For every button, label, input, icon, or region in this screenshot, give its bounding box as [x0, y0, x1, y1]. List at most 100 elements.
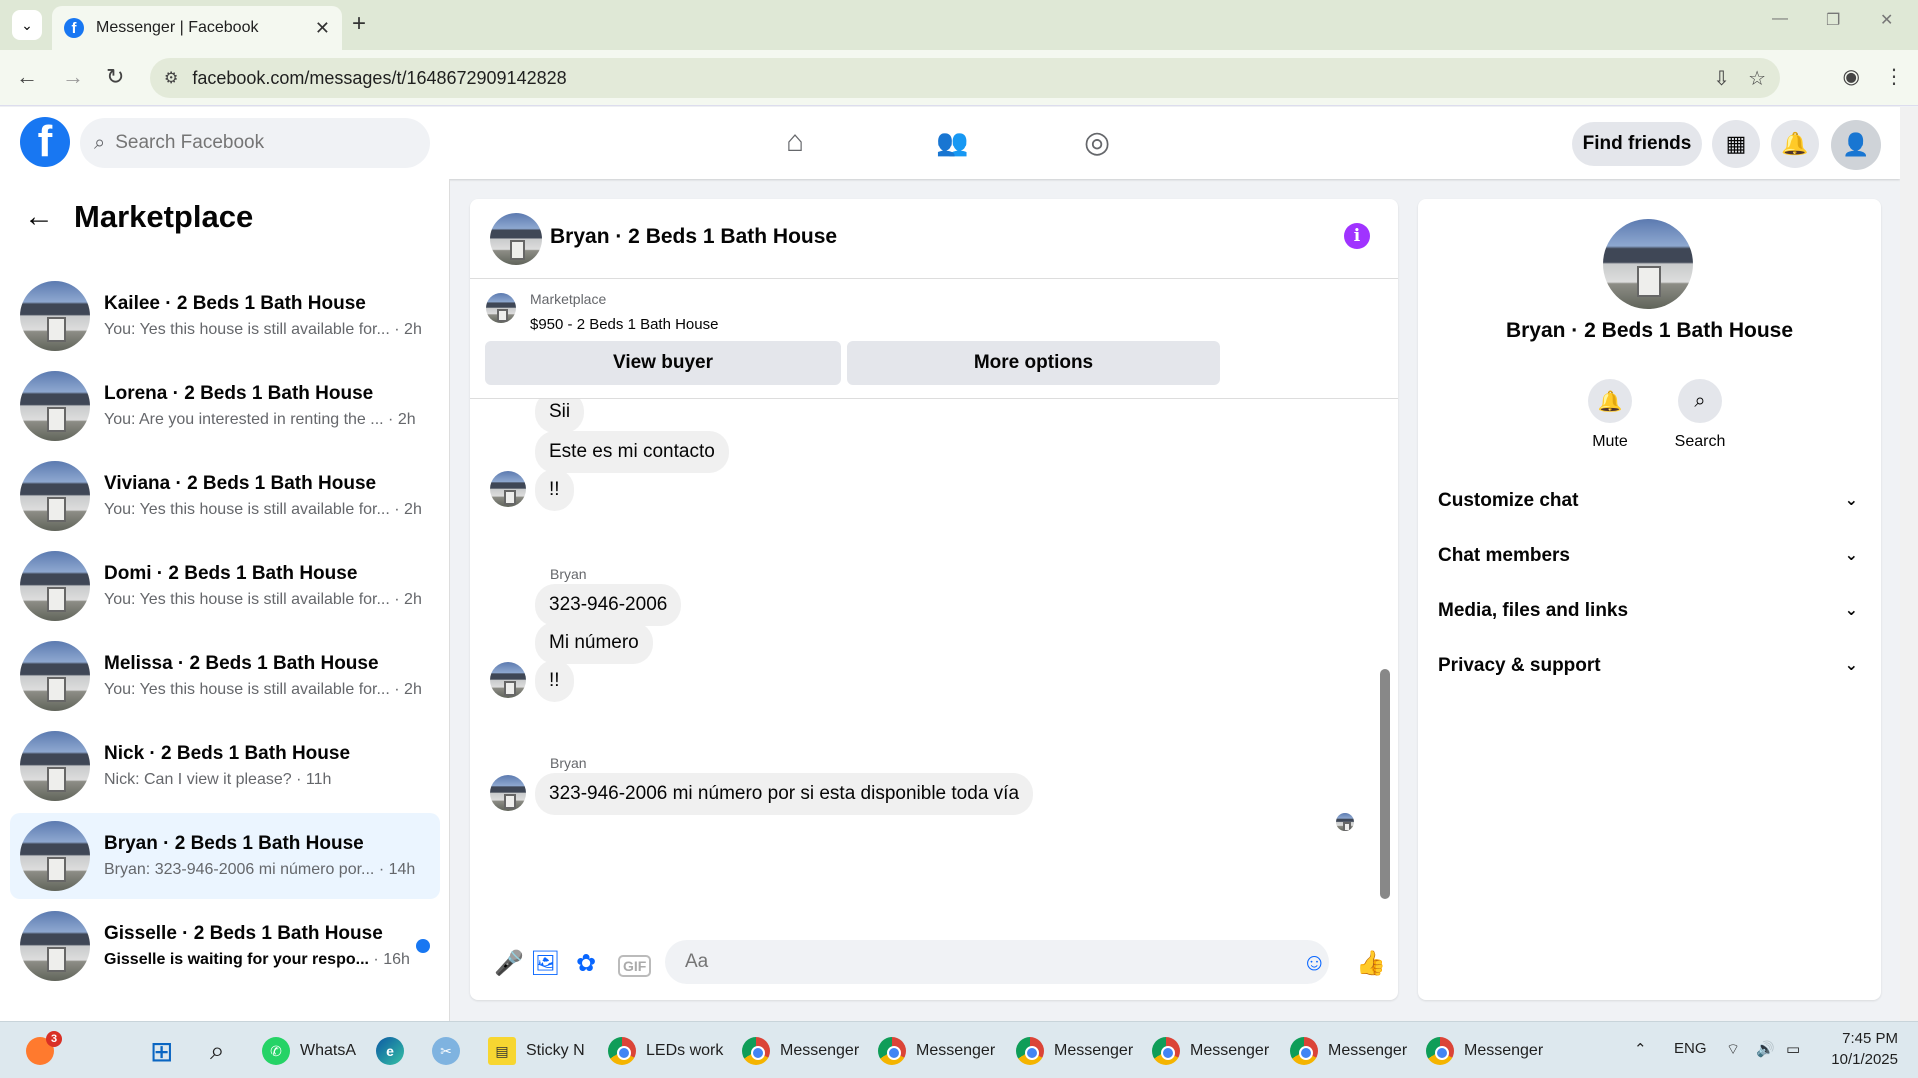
- sender-avatar[interactable]: [490, 662, 526, 698]
- new-tab-button[interactable]: +: [352, 10, 366, 38]
- forward-icon[interactable]: →: [62, 64, 84, 90]
- chat-avatar[interactable]: [490, 213, 542, 265]
- conversation-row[interactable]: Bryan · 2 Beds 1 Bath House Bryan: 323-94…: [10, 813, 440, 899]
- media-files-section[interactable]: Media, files and links ⌄: [1438, 600, 1858, 622]
- menu-dots-icon[interactable]: ⋮: [1884, 64, 1904, 89]
- taskbar-messenger-1[interactable]: Messenger: [742, 1032, 859, 1070]
- taskbar-messenger-6[interactable]: Messenger: [1426, 1032, 1543, 1070]
- conversation-preview: You: Yes this house is still available f…: [104, 321, 424, 339]
- listing-thumbnail[interactable]: [486, 293, 516, 323]
- conversation-row[interactable]: Lorena · 2 Beds 1 Bath House You: Are you…: [10, 363, 440, 449]
- taskbar-app-badge[interactable]: 3: [26, 1031, 64, 1070]
- taskbar-messenger-2[interactable]: Messenger: [878, 1032, 995, 1070]
- privacy-support-section[interactable]: Privacy & support ⌄: [1438, 655, 1858, 677]
- profile-icon[interactable]: ◉: [1843, 64, 1860, 89]
- conversation-row[interactable]: Viviana · 2 Beds 1 Bath House You: Yes th…: [10, 453, 440, 539]
- back-icon[interactable]: ←: [16, 64, 38, 90]
- taskbar-snipping[interactable]: ✂: [432, 1032, 470, 1070]
- windows-taskbar: 3 ⊞ ⌕ ✆ WhatsA e ✂ ▤ Sticky N LEDs work Me…: [0, 1021, 1918, 1078]
- message-bubble[interactable]: 323-946-2006: [535, 584, 682, 626]
- chat-title[interactable]: Bryan · 2 Beds 1 Bath House: [550, 225, 837, 249]
- taskbar-leds-work[interactable]: LEDs work: [608, 1032, 723, 1070]
- preview-time: · 11h: [296, 771, 332, 788]
- install-app-icon[interactable]: ⇩: [1713, 66, 1730, 91]
- view-buyer-button[interactable]: View buyer: [485, 341, 841, 385]
- menu-grid-icon[interactable]: ▦: [1712, 120, 1760, 168]
- sender-avatar[interactable]: [490, 775, 526, 811]
- taskbar-label: Messenger: [916, 1042, 996, 1059]
- search-chat-button[interactable]: ⌕ Search: [1660, 379, 1740, 451]
- close-window-button[interactable]: ✕: [1880, 10, 1893, 30]
- message-bubble[interactable]: 323-946-2006 mi número por si esta dispo…: [535, 773, 1034, 815]
- mute-button[interactable]: 🔔 Mute: [1570, 379, 1650, 451]
- taskbar-whatsapp[interactable]: ✆ WhatsA: [262, 1032, 356, 1070]
- account-avatar[interactable]: 👤: [1831, 120, 1881, 170]
- back-arrow-icon[interactable]: ←: [24, 200, 54, 234]
- taskbar-sticky-notes[interactable]: ▤ Sticky N: [488, 1032, 585, 1070]
- page-scrollbar[interactable]: [1900, 107, 1918, 1021]
- address-bar[interactable]: ⚙ facebook.com/messages/t/16486729091428…: [150, 58, 1780, 98]
- conversation-name: Melissa · 2 Beds 1 Bath House: [104, 653, 379, 674]
- message-bubble[interactable]: !!: [535, 469, 574, 511]
- gif-icon[interactable]: GIF: [618, 955, 652, 977]
- restore-button[interactable]: ❐: [1826, 10, 1840, 30]
- tab-list-button[interactable]: ⌄: [12, 10, 42, 40]
- conversation-row[interactable]: Kailee · 2 Beds 1 Bath House You: Yes thi…: [10, 273, 440, 359]
- chat-scrollbar-thumb[interactable]: [1380, 669, 1390, 899]
- message-input[interactable]: [665, 940, 1329, 984]
- facebook-logo-icon[interactable]: f: [20, 117, 70, 167]
- taskbar-messenger-3[interactable]: Messenger: [1016, 1032, 1133, 1070]
- more-options-button[interactable]: More options: [847, 341, 1220, 385]
- preview-text: You: Yes this house is still available f…: [104, 681, 390, 698]
- listing-title[interactable]: $950 - 2 Beds 1 Bath House: [530, 316, 718, 333]
- taskbar-messenger-5[interactable]: Messenger: [1290, 1032, 1407, 1070]
- windows-start-icon[interactable]: ⊞: [150, 1032, 173, 1070]
- conversation-row[interactable]: Gisselle · 2 Beds 1 Bath House Gisselle i…: [10, 903, 440, 989]
- message-bubble[interactable]: Sii: [535, 399, 585, 433]
- bookmark-star-icon[interactable]: ☆: [1748, 66, 1766, 91]
- facebook-search[interactable]: ⌕: [80, 118, 430, 168]
- conversation-text: Kailee · 2 Beds 1 Bath House You: Yes thi…: [104, 293, 424, 339]
- browser-tab[interactable]: f Messenger | Facebook ✕: [52, 6, 342, 50]
- marketplace-listing-bar: Marketplace $950 - 2 Beds 1 Bath House V…: [470, 279, 1398, 399]
- close-tab-icon[interactable]: ✕: [315, 18, 330, 39]
- microphone-icon[interactable]: 🎤: [494, 949, 524, 978]
- emoji-icon[interactable]: ☺: [1302, 949, 1327, 977]
- reload-icon[interactable]: ↻: [106, 64, 124, 90]
- taskbar-edge[interactable]: e: [376, 1032, 414, 1070]
- find-friends-button[interactable]: Find friends: [1572, 122, 1702, 166]
- customize-chat-section[interactable]: Customize chat ⌄: [1438, 490, 1858, 512]
- contact-avatar[interactable]: [1603, 219, 1693, 309]
- conversation-row[interactable]: Domi · 2 Beds 1 Bath House You: Yes this …: [10, 543, 440, 629]
- chat-members-section[interactable]: Chat members ⌄: [1438, 545, 1858, 567]
- battery-icon[interactable]: ▭: [1786, 1040, 1800, 1058]
- facebook-search-input[interactable]: [115, 132, 376, 154]
- conversation-name: Bryan · 2 Beds 1 Bath House: [104, 833, 364, 854]
- taskbar-search-icon[interactable]: ⌕: [210, 1032, 225, 1070]
- groups-icon[interactable]: ◎: [1084, 125, 1110, 160]
- taskbar-messenger-4[interactable]: Messenger: [1152, 1032, 1269, 1070]
- sticker-icon[interactable]: ✿: [576, 949, 596, 978]
- edge-icon: e: [376, 1037, 404, 1065]
- like-thumb-icon[interactable]: 👍: [1356, 949, 1386, 978]
- tray-chevron-up-icon[interactable]: ⌃: [1634, 1040, 1647, 1058]
- minimize-button[interactable]: —: [1772, 10, 1788, 28]
- notifications-bell-icon[interactable]: 🔔: [1771, 120, 1819, 168]
- message-bubble[interactable]: Mi número: [535, 622, 653, 664]
- friends-icon[interactable]: 👥: [936, 127, 968, 158]
- message-bubble[interactable]: Este es mi contacto: [535, 431, 729, 473]
- conversation-row[interactable]: Melissa · 2 Beds 1 Bath House You: Yes th…: [10, 633, 440, 719]
- site-info-icon[interactable]: ⚙: [164, 68, 178, 88]
- taskbar-label: Messenger: [1464, 1042, 1544, 1059]
- sender-avatar[interactable]: [490, 471, 526, 507]
- message-bubble[interactable]: !!: [535, 660, 574, 702]
- photo-attach-icon[interactable]: 🖼: [530, 949, 560, 978]
- home-icon[interactable]: ⌂: [786, 125, 804, 159]
- language-indicator[interactable]: ENG: [1674, 1040, 1707, 1057]
- preview-time: · 2h: [388, 411, 416, 428]
- clock[interactable]: 7:45 PM 10/1/2025: [1826, 1030, 1898, 1068]
- volume-icon[interactable]: 🔊: [1756, 1040, 1775, 1058]
- conversation-row[interactable]: Nick · 2 Beds 1 Bath House Nick: Can I vi…: [10, 723, 440, 809]
- wifi-icon[interactable]: ⌔: [1726, 1040, 1740, 1059]
- info-icon[interactable]: i: [1344, 223, 1370, 249]
